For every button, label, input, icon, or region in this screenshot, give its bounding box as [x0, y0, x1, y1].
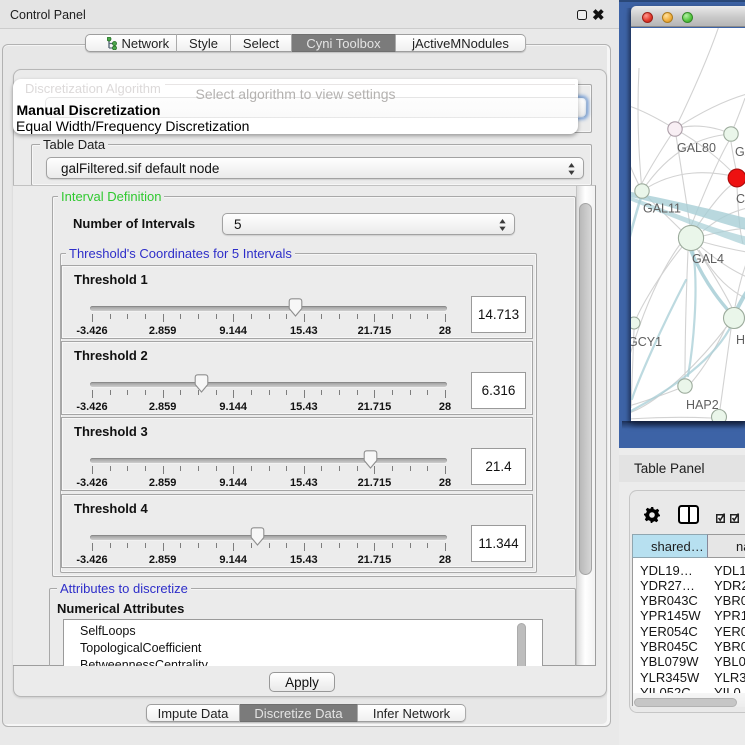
svg-text:GAL80: GAL80	[677, 141, 716, 155]
svg-text:HAP2: HAP2	[686, 398, 719, 412]
svg-text:C: C	[736, 192, 745, 206]
svg-text:GA: GA	[735, 145, 745, 159]
svg-text:GAL11: GAL11	[643, 202, 681, 216]
svg-text:GAL4: GAL4	[692, 252, 724, 266]
svg-text:GCY1: GCY1	[631, 335, 662, 349]
svg-text:H: H	[736, 333, 745, 347]
